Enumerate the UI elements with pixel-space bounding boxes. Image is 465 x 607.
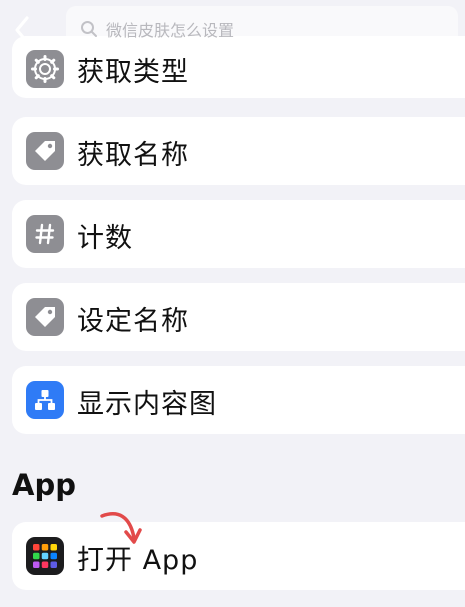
action-get-name[interactable]: 获取名称 [12, 117, 465, 185]
action-set-name[interactable]: 设定名称 [12, 283, 465, 351]
action-open-app[interactable]: 打开 App [12, 522, 465, 590]
tag-icon [26, 298, 64, 336]
search-icon [81, 21, 97, 37]
action-count[interactable]: 计数 [12, 200, 465, 268]
hierarchy-icon [26, 381, 64, 419]
annotation-arrow-icon [100, 512, 142, 544]
action-label: 设定名称 [77, 306, 189, 337]
action-label: 计数 [77, 223, 133, 254]
top-bar: 微信皮肤怎么设置 [0, 0, 465, 62]
section-heading-app: App [12, 468, 76, 502]
back-button[interactable] [8, 10, 36, 50]
hash-icon [26, 215, 64, 253]
search-placeholder: 微信皮肤怎么设置 [106, 21, 235, 40]
action-label: 获取名称 [77, 140, 189, 171]
tag-icon [26, 132, 64, 170]
search-input[interactable]: 微信皮肤怎么设置 [66, 6, 458, 52]
action-label: 显示内容图 [77, 389, 217, 420]
chevron-left-icon [15, 16, 29, 44]
action-show-content-graph[interactable]: 显示内容图 [12, 366, 465, 434]
app-grid-icon [26, 537, 64, 575]
